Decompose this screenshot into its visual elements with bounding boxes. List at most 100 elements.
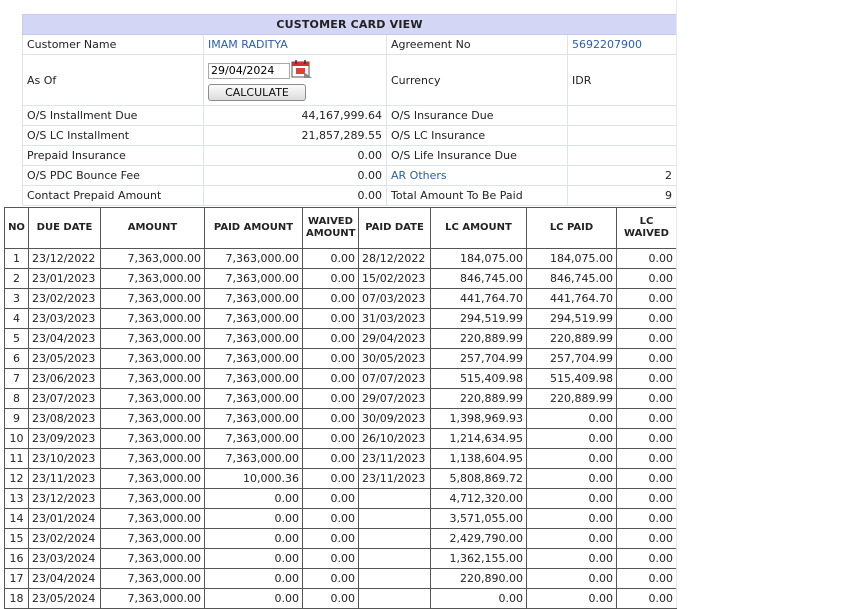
table-row: 18 23/05/2024 7,363,000.00 0.00 0.00 0.00 0.00…: [4, 588, 677, 609]
cell-due-date: 23/05/2023: [28, 348, 101, 369]
cell-amount: 7,363,000.00: [100, 308, 205, 329]
cell-amount: 7,363,000.00: [100, 468, 205, 489]
cell-no: 10: [4, 428, 29, 449]
cell-no: 14: [4, 508, 29, 529]
table-row: 16 23/03/2024 7,363,000.00 0.00 0.00 1,362,15…: [4, 548, 677, 569]
cell-amount: 7,363,000.00: [100, 508, 205, 529]
cell-lc-amount: 1,362,155.00: [430, 548, 527, 569]
cell-no: 5: [4, 328, 29, 349]
cell-paid-date: [358, 588, 431, 609]
cell-paid-date: 28/12/2022: [358, 248, 431, 269]
cell-no: 13: [4, 488, 29, 509]
cell-lc-amount: 294,519.99: [430, 308, 527, 329]
cell-amount: 7,363,000.00: [100, 368, 205, 389]
cell-lc-waived: 0.00: [616, 448, 677, 469]
cell-paid-amount: 7,363,000.00: [204, 368, 303, 389]
ar-others-value: 2: [566, 165, 678, 186]
cell-paid-amount: 7,363,000.00: [204, 328, 303, 349]
cell-paid-amount: 7,363,000.00: [204, 288, 303, 309]
cell-no: 16: [4, 548, 29, 569]
cell-paid-amount: 0.00: [204, 568, 303, 589]
calculate-button[interactable]: CALCULATE: [208, 84, 306, 101]
cell-due-date: 23/06/2023: [28, 368, 101, 389]
cell-lc-waived: 0.00: [616, 548, 677, 569]
os-lc-insurance-label: O/S LC Insurance: [386, 125, 568, 146]
os-life-insurance-due-label: O/S Life Insurance Due: [386, 145, 568, 166]
cell-paid-date: 30/09/2023: [358, 408, 431, 429]
agreement-no-link[interactable]: 5692207900: [566, 34, 678, 55]
cell-paid-amount: 0.00: [204, 528, 303, 549]
cell-lc-amount: 441,764.70: [430, 288, 527, 309]
cell-amount: 7,363,000.00: [100, 488, 205, 509]
table-row: 14 23/01/2024 7,363,000.00 0.00 0.00 3,571,05…: [4, 508, 677, 529]
cell-amount: 7,363,000.00: [100, 328, 205, 349]
cell-waived-amount: 0.00: [302, 548, 359, 569]
cell-waived-amount: 0.00: [302, 568, 359, 589]
cell-lc-waived: 0.00: [616, 508, 677, 529]
cell-due-date: 23/12/2022: [28, 248, 101, 269]
prepaid-insurance-label: Prepaid Insurance: [22, 145, 204, 166]
table-row: 2 23/01/2023 7,363,000.00 7,363,000.00 0.00 1…: [4, 268, 677, 289]
table-row: 12 23/11/2023 7,363,000.00 10,000.36 0.00 23/…: [4, 468, 677, 489]
calendar-icon[interactable]: [291, 59, 313, 82]
cell-paid-date: [358, 568, 431, 589]
cell-lc-paid: 220,889.99: [526, 388, 617, 409]
os-pdc-bounce-fee-label: O/S PDC Bounce Fee: [22, 165, 204, 186]
cell-paid-date: [358, 548, 431, 569]
cell-amount: 7,363,000.00: [100, 448, 205, 469]
os-lc-insurance-value: [566, 125, 678, 146]
ar-others-link[interactable]: AR Others: [386, 165, 568, 186]
card-title: CUSTOMER CARD VIEW: [21, 14, 678, 35]
cell-due-date: 23/08/2023: [28, 408, 101, 429]
cell-lc-paid: 0.00: [526, 448, 617, 469]
cell-lc-paid: 441,764.70: [526, 288, 617, 309]
col-header-due-date: DUE DATE: [28, 207, 101, 249]
table-row: 17 23/04/2024 7,363,000.00 0.00 0.00 220,890.…: [4, 568, 677, 589]
cell-paid-amount: 0.00: [204, 588, 303, 609]
cell-lc-amount: 1,214,634.95: [430, 428, 527, 449]
cell-lc-amount: 846,745.00: [430, 268, 527, 289]
cell-waived-amount: 0.00: [302, 588, 359, 609]
cell-waived-amount: 0.00: [302, 528, 359, 549]
cell-paid-amount: 7,363,000.00: [204, 348, 303, 369]
cell-amount: 7,363,000.00: [100, 388, 205, 409]
contact-prepaid-amount-label: Contact Prepaid Amount: [22, 185, 204, 206]
cell-no: 15: [4, 528, 29, 549]
cell-paid-amount: 7,363,000.00: [204, 448, 303, 469]
table-row: 15 23/02/2024 7,363,000.00 0.00 0.00 2,429,79…: [4, 528, 677, 549]
cell-lc-paid: 0.00: [526, 488, 617, 509]
cell-due-date: 23/02/2024: [28, 528, 101, 549]
cell-lc-waived: 0.00: [616, 248, 677, 269]
cell-waived-amount: 0.00: [302, 248, 359, 269]
table-row: 8 23/07/2023 7,363,000.00 7,363,000.00 0.00 2…: [4, 388, 677, 409]
cell-lc-waived: 0.00: [616, 348, 677, 369]
agreement-no-label: Agreement No: [386, 34, 568, 55]
cell-lc-waived: 0.00: [616, 488, 677, 509]
as-of-cell: CALCULATE: [203, 54, 387, 106]
cell-lc-waived: 0.00: [616, 368, 677, 389]
cell-no: 8: [4, 388, 29, 409]
as-of-date-input[interactable]: [208, 62, 290, 79]
currency-value: IDR: [566, 54, 678, 106]
cell-waived-amount: 0.00: [302, 388, 359, 409]
cell-amount: 7,363,000.00: [100, 408, 205, 429]
cell-lc-waived: 0.00: [616, 288, 677, 309]
cell-paid-amount: 7,363,000.00: [204, 388, 303, 409]
cell-lc-paid: 257,704.99: [526, 348, 617, 369]
cell-waived-amount: 0.00: [302, 348, 359, 369]
col-header-no: NO: [4, 207, 29, 249]
cell-paid-date: 07/07/2023: [358, 368, 431, 389]
cell-lc-paid: 0.00: [526, 548, 617, 569]
cell-lc-waived: 0.00: [616, 428, 677, 449]
cell-amount: 7,363,000.00: [100, 288, 205, 309]
cell-due-date: 23/02/2023: [28, 288, 101, 309]
table-row: 11 23/10/2023 7,363,000.00 7,363,000.00 0.00…: [4, 448, 677, 469]
customer-name-link[interactable]: IMAM RADITYA: [203, 34, 387, 55]
cell-amount: 7,363,000.00: [100, 268, 205, 289]
cell-lc-paid: 0.00: [526, 508, 617, 529]
table-row: 13 23/12/2023 7,363,000.00 0.00 0.00 4,712,32…: [4, 488, 677, 509]
cell-lc-paid: 294,519.99: [526, 308, 617, 329]
cell-lc-waived: 0.00: [616, 388, 677, 409]
cell-due-date: 23/09/2023: [28, 428, 101, 449]
cell-lc-amount: 257,704.99: [430, 348, 527, 369]
